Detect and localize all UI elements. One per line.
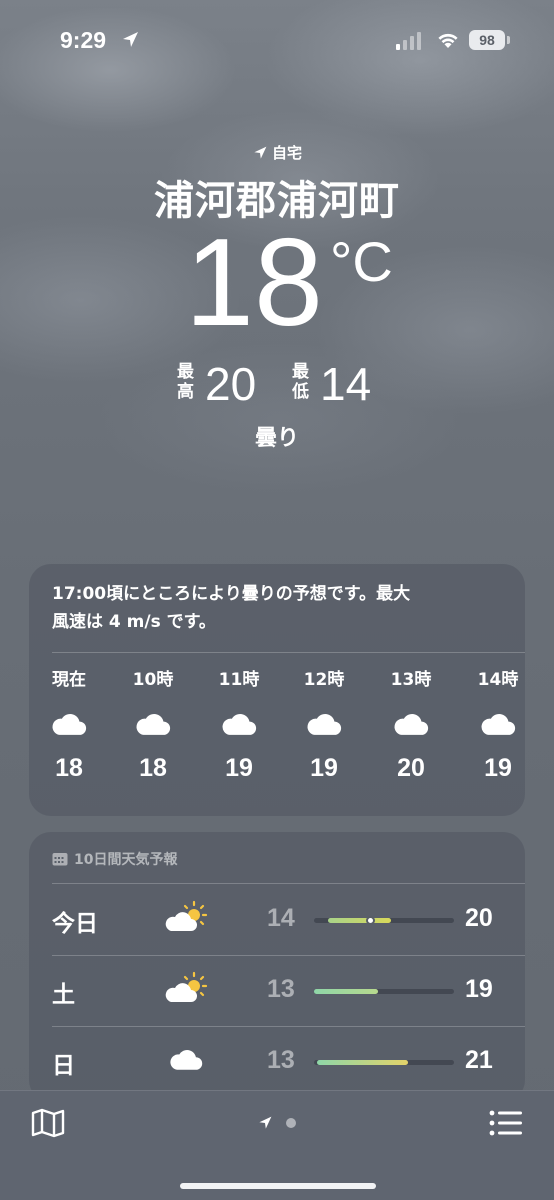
hour-label: 12時 xyxy=(303,670,345,690)
ten-day-title-text: 10日間天気予報 xyxy=(74,852,178,868)
day-name: 今日 xyxy=(52,911,98,937)
calendar-icon xyxy=(52,853,68,866)
map-icon[interactable] xyxy=(30,1107,66,1139)
ten-day-title: 10日間天気予報 xyxy=(52,849,177,869)
temp-range-fill xyxy=(314,989,378,994)
summary-line-1: 17:00頃にところにより曇りの予想です。最大 xyxy=(52,584,411,604)
battery-indicator: 98 xyxy=(469,30,505,50)
hour-label: 13時 xyxy=(390,670,432,690)
hour-temp: 19 xyxy=(225,754,253,782)
partly-sunny-icon xyxy=(164,900,208,934)
day-name: 土 xyxy=(52,982,75,1008)
cloud-icon xyxy=(164,1042,208,1076)
high-low-temps: 最高 20 最低 14 xyxy=(0,358,554,410)
daily-row[interactable]: 土 13 19 xyxy=(29,955,525,1025)
temperature-unit: °C xyxy=(330,230,393,293)
list-icon[interactable] xyxy=(488,1109,524,1137)
summary-line-2: 風速は 4 m/s です。 xyxy=(52,612,216,632)
hourly-item: 13時 20 xyxy=(371,668,451,783)
partly-sunny-icon xyxy=(164,971,208,1005)
day-low-temp: 13 xyxy=(267,975,295,1003)
ten-day-forecast-card[interactable]: 10日間天気予報 今日 14 20 土 13 19 日 13 21 xyxy=(29,832,525,1102)
hour-temp: 20 xyxy=(397,754,425,782)
hourly-item: 現在 18 xyxy=(29,668,109,783)
hourly-item: 14時 19 xyxy=(458,668,525,783)
hourly-item: 12時 19 xyxy=(284,668,364,783)
hour-temp: 19 xyxy=(310,754,338,782)
day-high-temp: 20 xyxy=(465,904,493,932)
temp-range-bar xyxy=(314,989,454,994)
cloud-icon xyxy=(113,710,193,740)
day-low-temp: 13 xyxy=(267,1046,295,1074)
page-indicator-dot[interactable] xyxy=(286,1118,296,1128)
location-arrow-icon xyxy=(254,146,267,159)
hourly-divider xyxy=(52,652,525,653)
hour-label: 10時 xyxy=(132,670,174,690)
low-label: 最低 xyxy=(292,362,309,402)
day-high-temp: 21 xyxy=(465,1046,493,1074)
hour-label: 11時 xyxy=(218,670,260,690)
current-location-page-icon[interactable] xyxy=(257,1115,273,1131)
temp-range-bar xyxy=(314,916,454,925)
weather-condition: 曇り xyxy=(254,426,299,451)
home-indicator[interactable] xyxy=(180,1183,376,1189)
hour-temp: 18 xyxy=(139,754,167,782)
cloud-icon xyxy=(29,710,109,740)
hour-label: 14時 xyxy=(477,670,519,690)
high-label: 最高 xyxy=(177,362,194,402)
day-high-temp: 19 xyxy=(465,975,493,1003)
day-low-temp: 14 xyxy=(267,904,295,932)
bottom-toolbar xyxy=(0,1090,554,1200)
current-temperature: 18 xyxy=(185,214,323,352)
wifi-icon xyxy=(438,33,458,48)
temp-range-fill xyxy=(317,1060,408,1065)
hour-temp: 18 xyxy=(55,754,83,782)
home-location-label: 自宅 xyxy=(0,142,554,163)
hourly-item: 10時 18 xyxy=(113,668,193,783)
day-name: 日 xyxy=(52,1053,75,1079)
cellular-signal-icon xyxy=(396,32,421,50)
temp-range-fill xyxy=(328,918,391,923)
high-temp: 20 xyxy=(205,358,257,410)
temp-range-bar xyxy=(314,1060,454,1065)
hourly-item: 11時 19 xyxy=(199,668,279,783)
hourly-list[interactable]: 現在 18 10時 18 11時 19 12時 19 13時 20 14時 19 xyxy=(29,668,525,808)
hourly-forecast-card[interactable]: 17:00頃にところにより曇りの予想です。最大 風速は 4 m/s です。 現在… xyxy=(29,564,525,816)
location-services-icon xyxy=(123,32,138,47)
cloud-icon xyxy=(284,710,364,740)
low-temp: 14 xyxy=(320,358,372,410)
hour-label: 現在 xyxy=(52,670,86,690)
hour-temp: 19 xyxy=(484,754,512,782)
status-time: 9:29 xyxy=(60,27,107,53)
cloud-icon xyxy=(199,710,279,740)
battery-cap xyxy=(507,36,510,44)
current-temp-dot xyxy=(366,916,375,925)
cloud-icon xyxy=(371,710,451,740)
forecast-summary: 17:00頃にところにより曇りの予想です。最大 風速は 4 m/s です。 xyxy=(52,580,502,636)
cloud-icon xyxy=(458,710,525,740)
daily-row[interactable]: 日 13 21 xyxy=(29,1026,525,1096)
daily-row[interactable]: 今日 14 20 xyxy=(29,884,525,954)
status-bar: 9:29 98 xyxy=(0,0,554,80)
home-label-text: 自宅 xyxy=(271,144,302,162)
